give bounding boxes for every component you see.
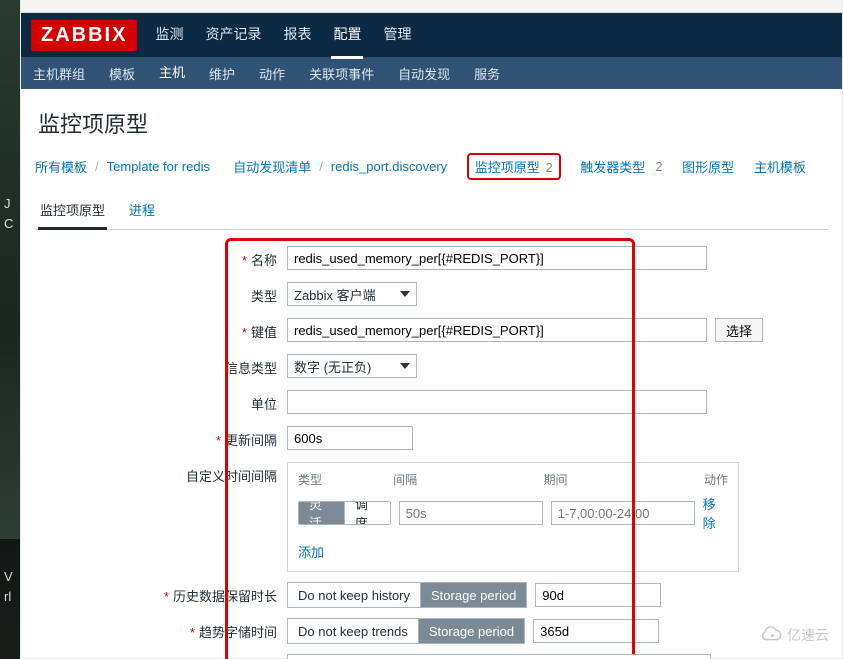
update-interval-input[interactable] — [287, 426, 413, 450]
top-nav: 监测 资产记录 报表 配置 管理 — [153, 12, 413, 59]
bg-text: V — [4, 569, 13, 584]
unit-input[interactable] — [287, 390, 707, 414]
crumb-graph-prototypes[interactable]: 图形原型 — [682, 157, 734, 176]
label-info-type: 信息类型 — [35, 354, 287, 377]
label-name: 名称 — [35, 246, 287, 269]
crumb-template[interactable]: Template for redis — [107, 159, 210, 174]
subnav-templates[interactable]: 模板 — [107, 56, 137, 91]
cloud-icon — [755, 626, 783, 644]
label-update-interval: 更新间隔 — [35, 426, 287, 449]
trend-storage-period[interactable]: Storage period — [418, 619, 524, 643]
trend-mode-toggle[interactable]: Do not keep trends Storage period — [287, 618, 525, 644]
crumb-all-templates[interactable]: 所有模板 — [35, 157, 87, 176]
zabbix-logo[interactable]: ZABBIX — [31, 20, 137, 51]
subnav-hostgroups[interactable]: 主机群组 — [31, 56, 87, 91]
nav-monitoring[interactable]: 监测 — [153, 12, 185, 59]
subnav-maintenance[interactable]: 维护 — [207, 56, 237, 91]
crumb-item-proto-count: 2 — [545, 160, 552, 175]
nav-reports[interactable]: 报表 — [281, 12, 313, 59]
browser-chrome-strip — [21, 0, 842, 13]
ci-head-period: 期间 — [543, 471, 690, 488]
nav-inventory[interactable]: 资产记录 — [203, 12, 263, 59]
tab-process[interactable]: 进程 — [127, 194, 157, 229]
ci-type-toggle[interactable]: 灵活 调度 — [298, 501, 391, 525]
subnav-correlation[interactable]: 关联项事件 — [307, 56, 376, 91]
crumb-item-prototypes[interactable]: 监控项原型 — [475, 160, 540, 175]
ci-scheduling-pill[interactable]: 调度 — [344, 502, 390, 524]
nav-administration[interactable]: 管理 — [381, 12, 413, 59]
sub-nav: 主机群组 模板 主机 维护 动作 关联项事件 自动发现 服务 — [21, 57, 842, 89]
subnav-actions[interactable]: 动作 — [257, 56, 287, 91]
show-value-select[interactable]: 不变 — [287, 654, 711, 659]
bg-text: C — [4, 216, 13, 231]
history-value-input[interactable] — [535, 583, 661, 607]
label-custom-interval: 自定义时间间隔 — [35, 462, 287, 485]
ci-period-input[interactable] — [551, 501, 695, 525]
nav-configuration[interactable]: 配置 — [331, 12, 363, 59]
bg-text: rl — [4, 589, 11, 604]
name-input[interactable] — [287, 246, 707, 270]
ci-flexible-pill[interactable]: 灵活 — [299, 502, 344, 524]
subnav-services[interactable]: 服务 — [472, 56, 502, 91]
crumb-host-prototypes[interactable]: 主机模板 — [754, 157, 806, 176]
ci-add-link[interactable]: 添加 — [298, 545, 324, 560]
breadcrumb: 所有模板 / Template for redis 自动发现清单 / redis… — [35, 153, 828, 180]
crumb-trigger-count: 2 — [655, 159, 662, 174]
form-tabs: 监控项原型 进程 — [35, 194, 828, 230]
history-mode-toggle[interactable]: Do not keep history Storage period — [287, 582, 527, 608]
crumb-trigger-prototypes[interactable]: 触发器类型 — [580, 157, 645, 176]
trend-value-input[interactable] — [533, 619, 659, 643]
custom-interval-box: 类型 间隔 期间 动作 灵活 调度 移除 — [287, 462, 739, 572]
page-title: 监控项原型 — [38, 107, 828, 139]
main-header: ZABBIX 监测 资产记录 报表 配置 管理 — [21, 13, 842, 57]
label-key: 键值 — [35, 318, 287, 341]
type-select[interactable]: Zabbix 客户端 — [287, 282, 417, 306]
crumb-discovery-list[interactable]: 自动发现清单 — [233, 157, 311, 176]
info-type-select[interactable]: 数字 (无正负) — [287, 354, 417, 378]
tab-item-prototype[interactable]: 监控项原型 — [38, 194, 107, 230]
label-history: 历史数据保留时长 — [35, 582, 287, 605]
ci-interval-input[interactable] — [399, 501, 543, 525]
crumb-item-proto-highlight: 监控项原型 2 — [467, 153, 561, 180]
key-input[interactable] — [287, 318, 707, 342]
label-unit: 单位 — [35, 390, 287, 413]
ci-head-type: 类型 — [298, 471, 393, 488]
history-donotkeep[interactable]: Do not keep history — [288, 583, 420, 607]
label-type: 类型 — [35, 282, 287, 305]
label-show-value: 查看值 — [35, 654, 287, 659]
label-trend: 趋势字储时间 — [35, 618, 287, 641]
bg-text: J — [4, 196, 11, 211]
crumb-sep: / — [95, 159, 99, 174]
key-select-button[interactable]: 选择 — [715, 318, 763, 342]
ci-remove-link[interactable]: 移除 — [703, 494, 728, 532]
ci-head-action: 动作 — [690, 471, 728, 488]
trend-donotkeep[interactable]: Do not keep trends — [288, 619, 418, 643]
ci-head-interval: 间隔 — [393, 471, 543, 488]
subnav-hosts[interactable]: 主机 — [157, 54, 187, 92]
subnav-discovery[interactable]: 自动发现 — [396, 56, 452, 91]
crumb-sep: / — [319, 159, 323, 174]
history-storage-period[interactable]: Storage period — [420, 583, 526, 607]
watermark: 亿速云 — [755, 625, 829, 645]
crumb-discovery-rule[interactable]: redis_port.discovery — [331, 159, 447, 174]
